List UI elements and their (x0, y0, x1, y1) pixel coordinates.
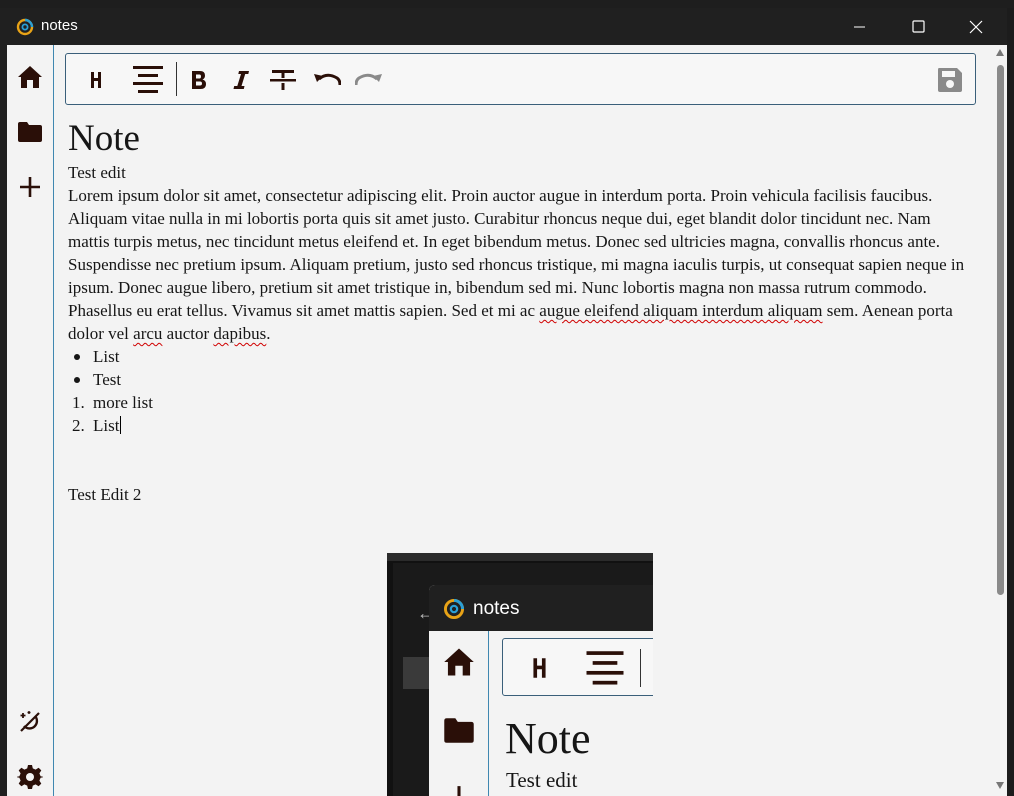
numbered-list: 1. more list 2. List (68, 391, 973, 437)
notes-window: notes Note Test edit Lorem ipsum dolor s… (7, 8, 1007, 796)
scroll-up-arrow-icon[interactable] (996, 49, 1004, 56)
list-item-text: List (93, 347, 120, 366)
screenshot-sidebar (429, 631, 489, 796)
desktop-background (0, 0, 7, 796)
save-icon (938, 68, 962, 92)
list-number: 2. (72, 416, 85, 435)
plus-icon (20, 177, 40, 197)
screenshot-title-bar: notes (429, 585, 653, 631)
paragraph-text: auctor (162, 324, 214, 343)
save-button[interactable] (934, 64, 966, 96)
theme-toggle-icon (20, 711, 40, 732)
list-item: 2. List (68, 414, 973, 437)
note-content-area: Note Test edit Lorem ipsum dolor sit ame… (55, 45, 993, 796)
toolbar-separator (176, 62, 177, 96)
scroll-down-arrow-icon[interactable] (996, 782, 1004, 789)
screenshot-note-title: Note (505, 714, 591, 763)
format-toolbar (65, 53, 976, 105)
list-item: List (68, 345, 973, 368)
note-title: Note (68, 118, 140, 159)
heading-button[interactable] (80, 64, 112, 96)
bullet-icon (74, 354, 80, 360)
empty-line (68, 437, 973, 460)
screenshot-note-subtitle: Test edit (506, 768, 578, 792)
misspelled-text: augue eleifend aliquam interdum aliquam (539, 301, 823, 320)
vertical-scrollbar[interactable] (993, 45, 1007, 796)
bold-icon (192, 71, 206, 89)
sidebar-theme-toggle-button[interactable] (16, 708, 44, 736)
bullet-list: List Test (68, 345, 973, 391)
redo-icon (355, 73, 382, 86)
list-item: Test (68, 368, 973, 391)
screenshot-top-bar (387, 553, 653, 561)
align-center-icon (133, 66, 163, 93)
sidebar-home-button[interactable] (16, 63, 44, 91)
toolbar-separator (640, 649, 641, 687)
align-center-icon (585, 650, 625, 692)
sidebar-folders-button[interactable] (16, 118, 44, 146)
app-logo-icon (16, 18, 34, 36)
close-icon (969, 20, 983, 33)
scroll-thumb[interactable] (997, 65, 1004, 595)
strikethrough-icon (270, 70, 296, 90)
heading-icon (91, 72, 101, 88)
embedded-screenshot[interactable]: ← notes Note Test edit (387, 553, 653, 796)
screenshot-toolbar (502, 638, 653, 696)
list-number: 1. (72, 393, 85, 412)
maximize-icon (911, 20, 925, 33)
list-item-text: Test (93, 370, 122, 389)
italic-icon (233, 71, 249, 89)
screenshot-window-title: notes (473, 598, 520, 619)
home-icon (442, 645, 476, 679)
sidebar-settings-button[interactable] (16, 763, 44, 791)
note-paragraph: Lorem ipsum dolor sit amet, consectetur … (68, 184, 973, 345)
text-cursor (120, 416, 122, 434)
redo-button[interactable] (353, 64, 385, 96)
second-heading: Test Edit 2 (68, 485, 142, 504)
paragraph-text: Lorem ipsum dolor sit amet, consectetur … (68, 186, 965, 320)
window-title: notes (41, 17, 78, 34)
bold-button[interactable] (183, 64, 215, 96)
home-icon (18, 66, 42, 88)
misspelled-text: arcu (133, 324, 163, 343)
misspelled-text: dapibus (213, 324, 267, 343)
plus-icon (442, 781, 476, 796)
sidebar-new-note-button[interactable] (16, 173, 44, 201)
minimize-icon (854, 26, 865, 27)
strikethrough-button[interactable] (267, 64, 299, 96)
note-editor[interactable]: Note Test edit Lorem ipsum dolor sit ame… (68, 117, 973, 506)
align-center-button[interactable] (132, 64, 164, 96)
undo-button[interactable] (311, 64, 343, 96)
bullet-icon (74, 377, 80, 383)
list-item-text: List (93, 416, 120, 435)
app-logo-icon (443, 598, 465, 620)
heading-icon (531, 657, 548, 684)
maximize-button[interactable] (889, 8, 947, 45)
list-item-text: more list (93, 393, 153, 412)
title-bar[interactable]: notes (7, 8, 1007, 45)
paragraph-text: . (266, 324, 271, 343)
undo-icon (314, 73, 341, 86)
gear-icon (17, 765, 43, 789)
note-subtitle: Test edit (68, 163, 126, 182)
list-item: 1. more list (68, 391, 973, 414)
sidebar (7, 45, 54, 796)
folder-icon (18, 122, 42, 142)
empty-line (68, 460, 973, 483)
minimize-button[interactable] (831, 8, 889, 45)
italic-button[interactable] (225, 64, 257, 96)
screenshot-notes-window: notes Note Test edit (429, 585, 653, 796)
folder-icon (442, 713, 476, 747)
desktop-background-top (0, 0, 1014, 8)
close-button[interactable] (947, 8, 1005, 45)
